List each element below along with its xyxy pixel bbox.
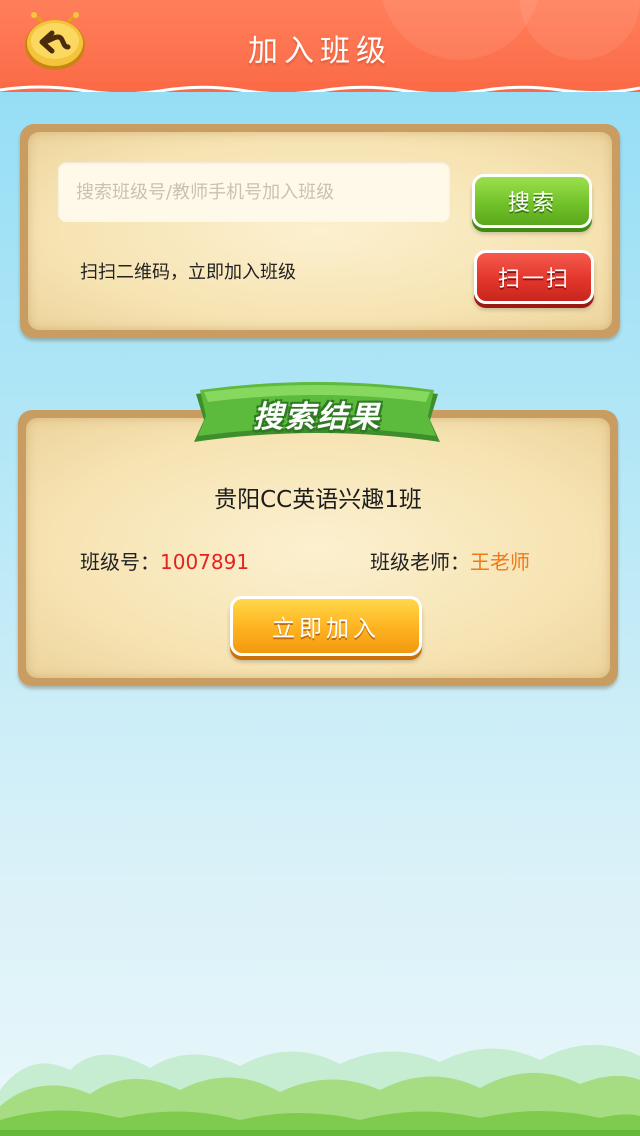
class-id-label: 班级号： [80,550,160,574]
search-input[interactable] [58,162,450,222]
teacher-name: 王老师 [470,550,530,574]
scan-button[interactable]: 扫一扫 [474,250,594,304]
bottom-grass-scenery [0,1044,640,1136]
search-result-ribbon: 搜索结果 [190,380,444,450]
ribbon-label: 搜索结果 [253,400,381,435]
result-panel: 贵阳CC英语兴趣1班 班级号：1007891 班级老师：王老师 立即加入 [18,410,618,686]
search-button[interactable]: 搜索 [472,174,592,228]
class-id-row: 班级号：1007891 [80,546,249,575]
teacher-row: 班级老师：王老师 [370,546,530,575]
header-wave-edge [0,82,640,92]
scan-hint-text: 扫扫二维码，立即加入班级 [80,262,296,283]
page-title: 加入班级 [248,34,392,69]
search-panel: 搜索 扫扫二维码，立即加入班级 扫一扫 [20,124,620,338]
search-panel-body: 搜索 扫扫二维码，立即加入班级 扫一扫 [28,132,612,330]
header-bar: 加入班级 [0,0,640,92]
class-name: 贵阳CC英语兴趣1班 [214,487,422,513]
result-panel-body: 贵阳CC英语兴趣1班 班级号：1007891 班级老师：王老师 立即加入 [26,418,610,678]
join-class-button[interactable]: 立即加入 [230,596,422,656]
teacher-label: 班级老师： [370,550,470,574]
class-id-value: 1007891 [160,550,250,574]
